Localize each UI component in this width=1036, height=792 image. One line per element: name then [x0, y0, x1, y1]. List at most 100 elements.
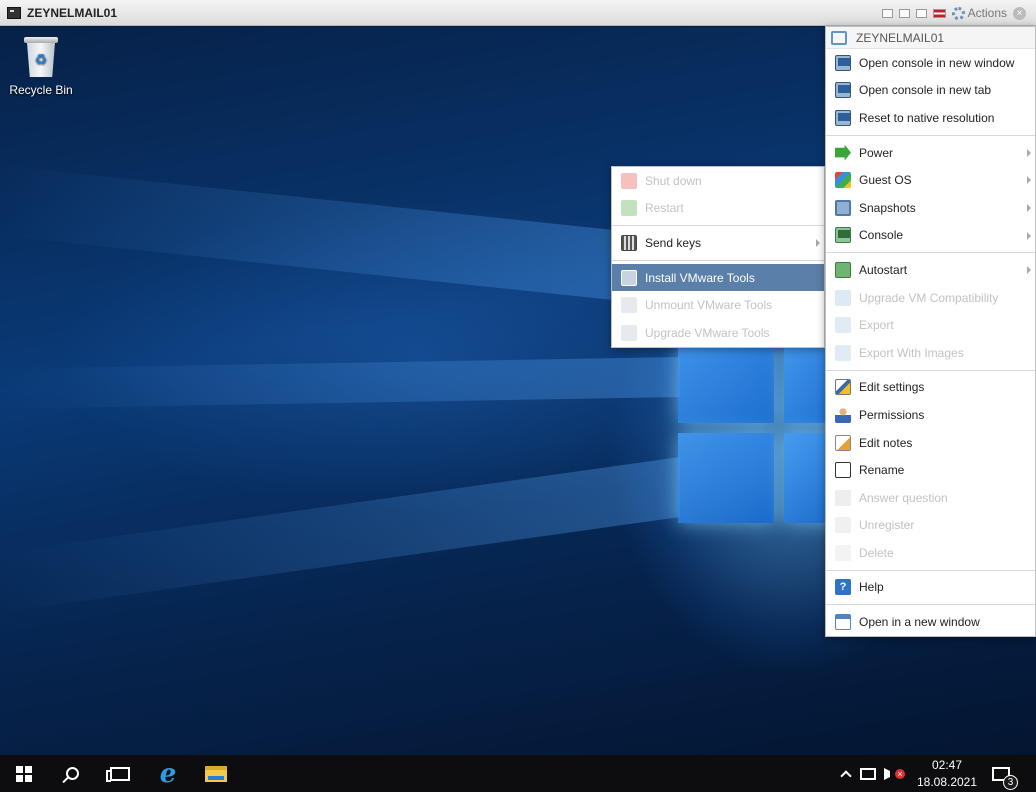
menu-item-upgrade-vmware-tools[interactable]: Upgrade VMware Tools	[612, 319, 824, 347]
console-title-bar: ZEYNELMAIL01 Actions ×	[0, 0, 1036, 26]
menu-separator	[826, 252, 1035, 254]
clock-time: 02:47	[931, 757, 963, 772]
restore-icon[interactable]	[898, 8, 910, 18]
new-window-icon	[835, 614, 851, 631]
snapshot-icon	[835, 199, 851, 216]
internet-explorer-button[interactable]: e	[144, 755, 192, 792]
autostart-icon	[835, 261, 851, 278]
file-explorer-button[interactable]	[192, 755, 240, 792]
file-explorer-icon	[205, 765, 227, 782]
menu-item-send-keys[interactable]: Send keys	[612, 229, 824, 257]
menu-item-unregister[interactable]: Unregister	[826, 512, 1035, 540]
vmware-tools-icon	[621, 269, 637, 286]
submenu-arrow-icon	[816, 239, 820, 248]
guest-os-submenu: Shut down Restart Send keys Install VMwa…	[611, 166, 825, 348]
menu-item-snapshots[interactable]: Snapshots	[826, 194, 1035, 222]
recycle-bin-label: Recycle Bin	[9, 83, 73, 97]
start-button[interactable]	[0, 755, 48, 792]
menu-item-upgrade-vm-compatibility[interactable]: Upgrade VM Compatibility	[826, 284, 1035, 312]
start-icon	[16, 765, 32, 782]
minimize-icon[interactable]	[881, 8, 893, 18]
menu-separator	[826, 134, 1035, 136]
edit-settings-icon	[835, 379, 851, 396]
title-bar-controls: Actions ×	[881, 0, 1026, 26]
menu-separator	[612, 225, 824, 227]
internet-explorer-icon: e	[159, 758, 177, 789]
power-off-icon	[621, 172, 637, 189]
flag-icon[interactable]	[932, 8, 946, 18]
light-beam	[0, 357, 680, 409]
menu-item-delete[interactable]: Delete	[826, 539, 1035, 567]
console-tab-icon	[835, 82, 851, 99]
menu-separator	[826, 604, 1035, 606]
search-icon	[65, 767, 79, 780]
notifications-button[interactable]: 3	[992, 766, 1018, 790]
menu-item-install-vmware-tools[interactable]: Install VMware Tools	[612, 263, 824, 292]
menu-item-guest-os[interactable]: Guest OS	[826, 166, 1035, 194]
export-images-icon	[835, 344, 851, 361]
menu-item-open-console-new-tab[interactable]: Open console in new tab	[826, 77, 1035, 105]
system-tray: 02:47 18.08.2021 3	[832, 755, 1036, 792]
actions-label: Actions	[967, 6, 1007, 20]
volume-muted-icon[interactable]	[884, 767, 905, 780]
terminal-icon	[7, 6, 21, 19]
task-view-button[interactable]	[96, 755, 144, 792]
recycle-bin[interactable]: ♻ Recycle Bin	[8, 35, 74, 97]
menu-separator	[826, 369, 1035, 371]
menu-separator	[826, 569, 1035, 571]
clock[interactable]: 02:47 18.08.2021	[912, 757, 982, 791]
submenu-arrow-icon	[1027, 148, 1031, 157]
light-beam	[0, 165, 680, 307]
menu-item-reset-native-resolution[interactable]: Reset to native resolution	[826, 104, 1035, 132]
vmware-tools-upgrade-icon	[621, 324, 637, 341]
console-icon	[835, 227, 851, 244]
menu-item-open-console-new-window[interactable]: Open console in new window	[826, 49, 1035, 77]
menu-item-autostart[interactable]: Autostart	[826, 256, 1035, 284]
light-beam	[0, 457, 680, 613]
notification-count-badge: 3	[1003, 774, 1018, 790]
submenu-arrow-icon	[1027, 176, 1031, 185]
show-hidden-icons-icon[interactable]	[840, 769, 852, 782]
menu-item-open-in-new-window[interactable]: Open in a new window	[826, 608, 1035, 636]
upgrade-icon	[835, 289, 851, 306]
menu-item-rename[interactable]: Rename	[826, 456, 1035, 484]
close-icon[interactable]: ×	[1013, 6, 1026, 20]
menu-item-answer-question[interactable]: Answer question	[826, 484, 1035, 512]
network-icon[interactable]	[860, 767, 876, 780]
menu-separator	[612, 259, 824, 261]
gear-icon	[951, 6, 965, 20]
clock-date: 18.08.2021	[916, 774, 978, 789]
menu-item-power[interactable]: Power	[826, 139, 1035, 167]
power-icon	[835, 144, 851, 161]
recycle-bin-icon: ♻	[24, 37, 58, 77]
resolution-icon	[835, 109, 851, 126]
export-icon	[835, 317, 851, 334]
menu-item-export[interactable]: Export	[826, 311, 1035, 339]
question-icon	[835, 489, 851, 506]
delete-icon	[835, 544, 851, 561]
maximize-icon[interactable]	[915, 8, 927, 18]
actions-menu-header: ZEYNELMAIL01	[826, 27, 1035, 49]
notes-icon	[835, 434, 851, 451]
menu-item-permissions[interactable]: Permissions	[826, 401, 1035, 429]
menu-item-console[interactable]: Console	[826, 222, 1035, 250]
menu-item-restart[interactable]: Restart	[612, 195, 824, 223]
submenu-arrow-icon	[1027, 266, 1031, 275]
menu-item-edit-settings[interactable]: Edit settings	[826, 374, 1035, 402]
menu-item-edit-notes[interactable]: Edit notes	[826, 429, 1035, 457]
search-button[interactable]	[48, 755, 96, 792]
menu-item-export-with-images[interactable]: Export With Images	[826, 339, 1035, 367]
help-icon: ?	[835, 579, 851, 596]
keyboard-icon	[621, 234, 637, 251]
user-permissions-icon	[835, 406, 851, 423]
actions-button[interactable]: Actions	[951, 6, 1007, 20]
menu-item-unmount-vmware-tools[interactable]: Unmount VMware Tools	[612, 291, 824, 319]
task-view-icon	[106, 766, 130, 782]
vm-title: ZEYNELMAIL01	[27, 5, 118, 20]
menu-item-help[interactable]: ? Help	[826, 574, 1035, 602]
menu-item-shut-down[interactable]: Shut down	[612, 167, 824, 195]
submenu-arrow-icon	[1027, 231, 1031, 240]
submenu-arrow-icon	[1027, 203, 1031, 212]
actions-menu: ZEYNELMAIL01 Open console in new window …	[825, 26, 1036, 637]
restart-icon	[621, 200, 637, 217]
